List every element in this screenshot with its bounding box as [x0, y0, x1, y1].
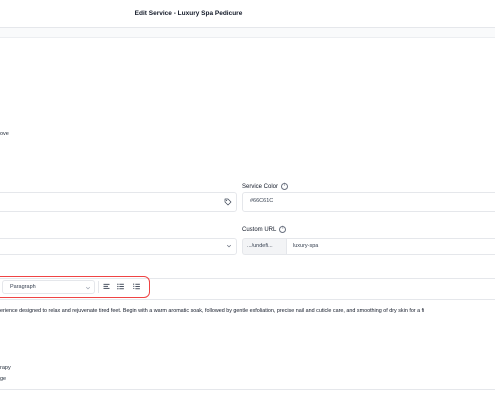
- service-color-label: Service Color i: [242, 183, 289, 190]
- custom-url-label: Custom URL i: [242, 226, 287, 233]
- service-color-input[interactable]: [242, 192, 495, 212]
- truncated-text-above: ove: [0, 131, 9, 137]
- tag-icon[interactable]: [224, 198, 232, 206]
- custom-url-label-text: Custom URL: [242, 226, 277, 233]
- custom-url-prefix-text: .../undefi...: [247, 243, 273, 249]
- custom-url-value: luxury-spa: [293, 243, 319, 249]
- info-icon[interactable]: i: [279, 226, 287, 233]
- header-substrip: [0, 28, 495, 38]
- page-title: Edit Service - Luxury Spa Pedicure: [134, 10, 243, 17]
- service-color-label-text: Service Color: [242, 183, 279, 190]
- editor-content[interactable]: erience designed to relax and rejuvenate…: [0, 308, 495, 314]
- custom-url-prefix: .../undefi...: [242, 238, 286, 255]
- toolbar-highlight-outline: [0, 276, 150, 298]
- service-color-value: #66C61C: [250, 198, 274, 204]
- left-select-truncated[interactable]: [0, 238, 237, 255]
- info-icon[interactable]: i: [281, 183, 289, 190]
- truncated-item-1: rapy: [0, 365, 11, 371]
- chevron-down-icon: [226, 244, 232, 248]
- left-field-truncated[interactable]: [0, 192, 237, 212]
- custom-url-input[interactable]: luxury-spa: [286, 238, 495, 255]
- header-bar: Edit Service - Luxury Spa Pedicure: [0, 0, 495, 28]
- truncated-item-2: ge: [0, 376, 7, 382]
- divider: [0, 389, 495, 390]
